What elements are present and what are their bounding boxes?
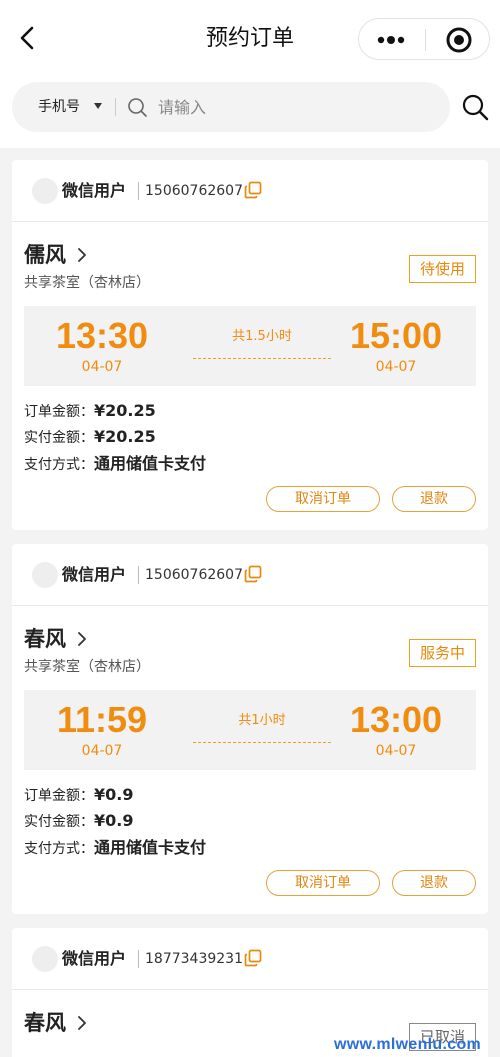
start-time: 11:59 (56, 699, 148, 740)
search-type-select[interactable]: 手机号 (38, 82, 80, 132)
refund-button[interactable]: 退款 (392, 486, 476, 512)
pay-method-row: 支付方式：通用储值卡支付 (24, 835, 206, 862)
search-divider (115, 98, 116, 116)
chevron-right-icon (78, 1016, 86, 1030)
start-time: 13:30 (55, 315, 149, 356)
status-badge: 待使用 (409, 255, 476, 283)
paid-amount-row: 实付金额：¥20.25 (24, 424, 156, 451)
header-divider (138, 182, 139, 200)
order-card-header: 微信用户 18773439231 (12, 928, 488, 990)
store-name: 共享茶室（杏林店） (24, 659, 150, 675)
avatar (32, 562, 58, 588)
pay-method-label: 支付方式： (24, 457, 94, 473)
start-date: 04-07 (81, 743, 123, 759)
mini-program-capsule (358, 18, 490, 60)
cancel-order-button[interactable]: 取消订单 (266, 870, 380, 896)
user-phone: 18773439231 (145, 951, 243, 967)
order-card-header: 微信用户 15060762607 (12, 544, 488, 606)
order-amount: ¥0.9 (94, 785, 134, 804)
chevron-right-icon (78, 632, 86, 646)
room-link[interactable]: 儒风 (24, 238, 89, 272)
search-bar: 手机号 (12, 82, 450, 132)
refund-button[interactable]: 退款 (392, 870, 476, 896)
duration-line (193, 742, 331, 743)
pay-method-label: 支付方式： (24, 841, 94, 857)
duration: 共1.5小时 (232, 329, 292, 344)
status-badge: 服务中 (409, 639, 476, 667)
cancel-order-button[interactable]: 取消订单 (266, 486, 380, 512)
user-name: 微信用户 (62, 181, 127, 200)
order-amount-row: 订单金额：¥0.9 (24, 782, 133, 809)
order-amount-label: 订单金额： (24, 404, 94, 420)
order-amount: ¥20.25 (94, 401, 156, 420)
time-range: 11:59 04-07 共1小时 13:00 04-07 (24, 690, 476, 770)
user-phone: 15060762607 (145, 567, 243, 583)
end-date: 04-07 (375, 359, 417, 375)
header-divider (138, 950, 139, 968)
caret-down-icon[interactable] (94, 103, 102, 109)
paid-amount-label: 实付金额： (24, 430, 94, 446)
store-name: 共享茶室（杏林店） (24, 275, 150, 291)
search-submit-icon[interactable] (460, 92, 490, 122)
room-link[interactable]: 春风 (24, 1006, 89, 1040)
room-name: 春风 (24, 627, 66, 651)
order-card: 微信用户 15060762607 春风 共享茶室（杏林店） 服务中 11:59 … (12, 544, 488, 914)
capsule-divider (425, 29, 426, 51)
paid-amount-row: 实付金额：¥0.9 (24, 808, 133, 835)
header-divider (138, 566, 139, 584)
end-time: 15:00 (349, 315, 443, 356)
target-icon[interactable] (427, 19, 491, 61)
start-date: 04-07 (81, 359, 123, 375)
user-name: 微信用户 (62, 949, 127, 968)
order-card: 微信用户 15060762607 儒风 共享茶室（杏林店） 待使用 13:30 … (12, 160, 488, 530)
end-time: 13:00 (349, 699, 443, 740)
user-phone: 15060762607 (145, 183, 243, 199)
watermark: www.mlwenlu.com (334, 1036, 482, 1053)
paid-amount: ¥20.25 (94, 427, 156, 446)
more-dots-icon[interactable] (359, 19, 423, 61)
time-range: 13:30 04-07 共1.5小时 15:00 04-07 (24, 306, 476, 386)
duration-line (193, 358, 331, 359)
copy-icon[interactable] (244, 565, 262, 583)
room-link[interactable]: 春风 (24, 622, 89, 656)
search-icon (128, 98, 147, 117)
top-bar: 预约订单 手机号 (0, 0, 500, 148)
copy-icon[interactable] (244, 949, 262, 967)
duration: 共1小时 (238, 713, 286, 728)
end-date: 04-07 (375, 743, 417, 759)
copy-icon[interactable] (244, 181, 262, 199)
room-name: 儒风 (24, 243, 66, 267)
pay-method-row: 支付方式：通用储值卡支付 (24, 451, 206, 478)
order-amount-row: 订单金额：¥20.25 (24, 398, 156, 425)
room-name: 春风 (24, 1011, 66, 1035)
chevron-right-icon (78, 248, 86, 262)
avatar (32, 178, 58, 204)
pay-method: 通用储值卡支付 (94, 838, 207, 857)
search-input[interactable] (158, 92, 428, 122)
avatar (32, 946, 58, 972)
order-card-header: 微信用户 15060762607 (12, 160, 488, 222)
user-name: 微信用户 (62, 565, 127, 584)
paid-amount: ¥0.9 (94, 811, 134, 830)
paid-amount-label: 实付金额： (24, 814, 94, 830)
order-amount-label: 订单金额： (24, 788, 94, 804)
pay-method: 通用储值卡支付 (94, 454, 207, 473)
